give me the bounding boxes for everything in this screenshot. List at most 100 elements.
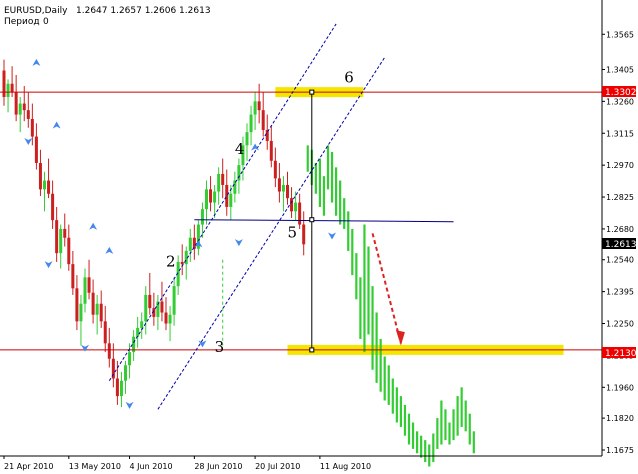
current-price-label: 1.2613 <box>605 240 637 250</box>
candle-body <box>103 321 107 344</box>
candle-body <box>188 237 192 251</box>
y-tick-label: 1.2970 <box>606 161 634 170</box>
y-tick-label: 1.1960 <box>606 383 634 392</box>
candle-body <box>91 292 95 315</box>
y-tick-label: 1.3405 <box>606 65 634 74</box>
wave-label: 6 <box>344 69 354 87</box>
candle-body <box>253 101 257 115</box>
y-tick-label: 1.3115 <box>606 129 634 138</box>
candle-body <box>237 165 241 181</box>
x-tick-label: 20 Jul 2010 <box>255 462 300 471</box>
candle-body <box>83 277 87 304</box>
candle-body <box>265 129 269 141</box>
candle-body <box>148 294 152 309</box>
candle-body <box>38 162 42 190</box>
candle-body <box>302 224 306 245</box>
candle-body <box>294 202 298 212</box>
candle-body <box>51 193 55 221</box>
wave-label: 4 <box>235 140 245 158</box>
x-tick-label: 21 Apr 2010 <box>4 462 53 471</box>
candle-body <box>128 352 132 366</box>
candle-body <box>136 327 140 337</box>
x-tick-label: 28 Jun 2010 <box>194 462 242 471</box>
candle-body <box>168 314 172 324</box>
measure-point <box>309 217 315 223</box>
candle-body <box>229 193 233 207</box>
resistance-price-label: 1.3302 <box>605 88 637 98</box>
candle-body <box>87 277 91 293</box>
wave-label: 2 <box>166 252 176 270</box>
candle-body <box>75 288 79 322</box>
candle-body <box>180 261 184 265</box>
candle-body <box>257 101 261 111</box>
candle-body <box>192 237 196 249</box>
symbol-title: EURUSD,Daily <box>4 6 68 16</box>
candle-body <box>205 189 208 210</box>
candle-body <box>140 321 144 328</box>
wave-label: 3 <box>215 338 225 356</box>
candle-body <box>2 70 6 97</box>
ohlc-readout: 1.2647 1.2657 1.2606 1.2613 <box>76 6 211 16</box>
wave-label: 5 <box>288 224 298 242</box>
candle-body <box>277 178 281 192</box>
y-tick-label: 1.2395 <box>606 288 634 297</box>
candle-body <box>95 303 99 315</box>
candle-body <box>124 365 127 381</box>
candle-body <box>119 380 123 397</box>
indicator-label: Период <box>4 17 40 27</box>
candle-body <box>18 103 22 115</box>
candle-body <box>200 209 204 225</box>
candle-body <box>71 264 75 289</box>
candle-body <box>115 378 119 397</box>
candle-body <box>286 184 289 199</box>
y-tick-label: 1.3565 <box>606 30 634 39</box>
y-tick-label: 1.2825 <box>606 193 634 202</box>
candle-body <box>164 312 168 324</box>
candle-body <box>26 110 30 119</box>
candle-body <box>221 173 225 185</box>
candle-body <box>269 140 273 161</box>
candle-body <box>63 228 67 238</box>
candle-body <box>67 237 71 265</box>
y-tick-label: 1.1675 <box>606 446 634 455</box>
candle-body <box>217 173 221 192</box>
candle-body <box>6 83 10 97</box>
y-tick-label: 1.2680 <box>606 225 634 234</box>
candle-body <box>79 303 83 322</box>
measure-point <box>309 89 315 95</box>
candle-body <box>55 220 59 254</box>
candle-body <box>34 136 38 163</box>
candle-body <box>172 286 176 315</box>
indicator-value: 0 <box>43 17 49 27</box>
candle-body <box>47 180 51 194</box>
candle-body <box>298 202 302 225</box>
candle-body <box>59 228 63 254</box>
price-chart[interactable]: 2 3 4 5 6 1.3565 1.3405 1.3260 1.3115 1.2970 1.28… <box>0 0 638 474</box>
y-tick-label: 1.3260 <box>606 97 634 106</box>
candle-body <box>245 132 249 146</box>
candle-body <box>261 110 265 130</box>
candle-body <box>107 343 111 359</box>
candle-body <box>273 160 277 179</box>
candle-body <box>160 301 164 313</box>
candle-body <box>30 118 34 137</box>
x-tick-label: 13 May 2010 <box>69 462 121 471</box>
support-price-label: 1.2130 <box>605 349 637 359</box>
candle-body <box>209 189 213 203</box>
candle-body <box>290 198 294 212</box>
candle-body <box>22 103 26 111</box>
candle-body <box>213 191 217 203</box>
chart-window[interactable]: 2 3 4 5 6 1.3565 1.3405 1.3260 1.3115 1.2970 1.28… <box>0 0 638 474</box>
candle-body <box>14 92 18 115</box>
x-tick-label: 4 Jun 2010 <box>130 462 173 471</box>
candle-body <box>249 114 253 133</box>
candle-body <box>225 184 229 207</box>
y-tick-label: 1.2250 <box>606 320 634 329</box>
measure-point <box>309 347 315 353</box>
candle-body <box>281 184 285 192</box>
candle-body <box>144 294 148 322</box>
x-tick-label: 11 Aug 2010 <box>320 462 371 471</box>
y-tick-label: 1.1820 <box>606 414 634 423</box>
candle-body <box>233 180 237 194</box>
candle-body <box>10 83 14 93</box>
